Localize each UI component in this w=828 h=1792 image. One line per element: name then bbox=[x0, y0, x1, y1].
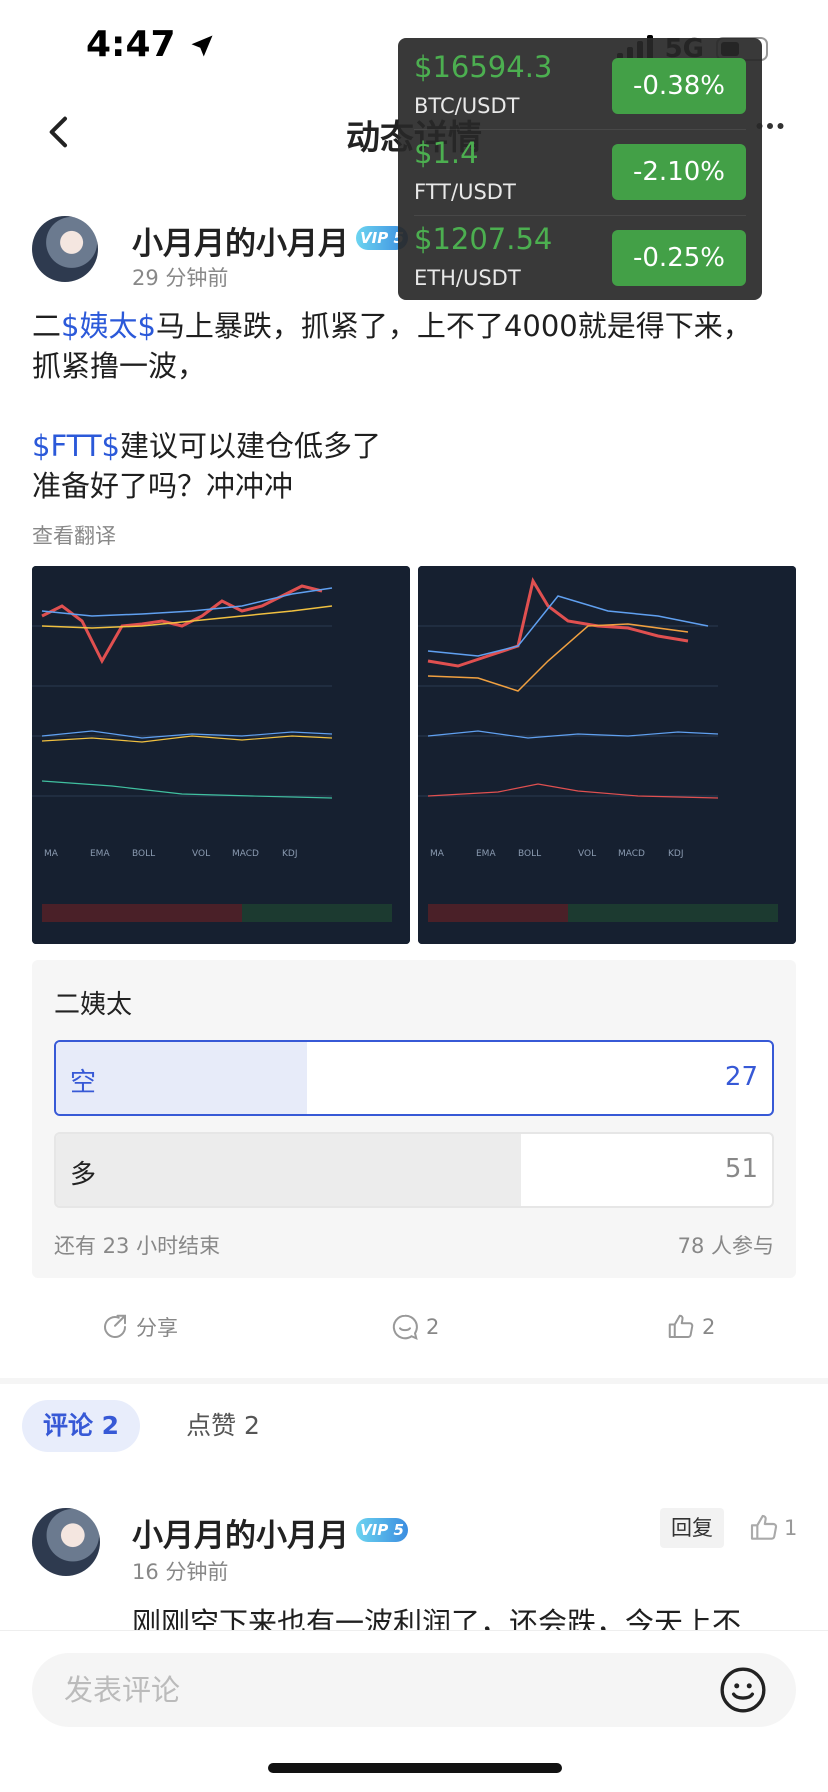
svg-text:VOL: VOL bbox=[578, 849, 596, 859]
emoji-button[interactable] bbox=[718, 1665, 768, 1715]
ticker-change: -0.25% bbox=[612, 230, 746, 286]
comment-like-count: 1 bbox=[784, 1516, 798, 1540]
ticker-price: $1207.54 bbox=[414, 222, 553, 256]
poll-option-label: 多 bbox=[70, 1160, 97, 1190]
ticker-row-eth[interactable]: $1207.54 ETH/USDT -0.25% bbox=[414, 216, 746, 302]
ticker-pair: FTT/USDT bbox=[414, 180, 516, 204]
reply-button[interactable]: 回复 bbox=[660, 1508, 724, 1548]
ticker-change: -2.10% bbox=[612, 144, 746, 200]
post-body: 二$姨太$马上暴跌，抓紧了，上不了4000就是得下来，抓紧撸一波， $FTT$建… bbox=[32, 306, 772, 506]
ticker-row-btc[interactable]: $16594.3 BTC/USDT -0.38% bbox=[414, 44, 746, 130]
share-button[interactable]: 分享 bbox=[100, 1312, 178, 1342]
post-author-avatar[interactable] bbox=[32, 216, 98, 282]
thumbs-up-icon bbox=[668, 1314, 694, 1338]
ticker-price: $16594.3 bbox=[414, 50, 553, 84]
share-icon bbox=[104, 1314, 126, 1339]
tab-likes[interactable]: 点赞 2 bbox=[168, 1400, 278, 1452]
coin-tag-link[interactable]: $姨太$ bbox=[61, 309, 156, 343]
svg-text:MACD: MACD bbox=[232, 849, 259, 859]
bottom-comment-bar bbox=[0, 1630, 828, 1792]
share-label: 分享 bbox=[136, 1316, 178, 1340]
comment-time: 16 分钟前 bbox=[132, 1560, 229, 1584]
poll-option-long[interactable]: 多 51 bbox=[54, 1132, 774, 1208]
section-divider bbox=[0, 1378, 828, 1384]
svg-text:MA: MA bbox=[430, 849, 445, 859]
ticker-pair: ETH/USDT bbox=[414, 266, 521, 290]
post-line-3: 准备好了吗？冲冲冲 bbox=[32, 469, 294, 503]
poll-option-label: 空 bbox=[70, 1068, 97, 1098]
svg-text:BOLL: BOLL bbox=[132, 849, 155, 859]
candlestick-screenshot: MA EMA BOLL VOL MACD KDJ bbox=[418, 566, 796, 944]
svg-text:KDJ: KDJ bbox=[282, 849, 298, 859]
svg-text:KDJ: KDJ bbox=[668, 849, 684, 859]
ticker-row-ftt[interactable]: $1.4 FTT/USDT -2.10% bbox=[414, 130, 746, 216]
status-time: 4:47 bbox=[86, 24, 216, 65]
translate-link[interactable]: 查看翻译 bbox=[32, 520, 116, 550]
home-indicator bbox=[268, 1763, 562, 1773]
poll-remaining-time: 还有 23 小时结束 bbox=[54, 1234, 221, 1258]
comment-author-name[interactable]: 小月月的小月月 bbox=[132, 1510, 349, 1555]
poll-option-fill bbox=[56, 1134, 522, 1206]
like-count: 2 bbox=[702, 1315, 716, 1339]
comment-icon bbox=[392, 1314, 418, 1340]
like-button[interactable]: 2 bbox=[666, 1312, 715, 1342]
post-image-chart-1[interactable]: MA EMA BOLL VOL MACD KDJ bbox=[32, 566, 410, 944]
svg-text:MA: MA bbox=[44, 849, 59, 859]
post-image-chart-2[interactable]: MA EMA BOLL VOL MACD KDJ bbox=[418, 566, 796, 944]
svg-text:EMA: EMA bbox=[90, 849, 110, 859]
ticker-price: $1.4 bbox=[414, 136, 479, 170]
comment-input[interactable] bbox=[32, 1653, 796, 1727]
svg-text:MACD: MACD bbox=[618, 849, 645, 859]
poll-option-short[interactable]: 空 27 bbox=[54, 1040, 774, 1116]
post-line-2: $FTT$建议可以建仓低多了 bbox=[32, 429, 382, 463]
coin-tag-link[interactable]: $FTT$ bbox=[32, 429, 120, 463]
post-time: 29 分钟前 bbox=[132, 266, 229, 290]
poll-option-count: 27 bbox=[724, 1062, 758, 1092]
candlestick-screenshot: MA EMA BOLL VOL MACD KDJ bbox=[32, 566, 410, 944]
poll-participants: 78 人参与 bbox=[677, 1234, 774, 1258]
comment-like-button[interactable]: 1 bbox=[748, 1512, 797, 1544]
post-line-1: 二$姨太$马上暴跌，抓紧了，上不了4000就是得下来，抓紧撸一波， bbox=[32, 309, 752, 383]
comment-count: 2 bbox=[426, 1315, 440, 1339]
vip-badge: VIP 5 bbox=[356, 1518, 408, 1542]
ticker-change: -0.38% bbox=[612, 58, 746, 114]
svg-text:VOL: VOL bbox=[192, 849, 210, 859]
svg-text:EMA: EMA bbox=[476, 849, 496, 859]
poll-card: 二姨太 空 27 多 51 还有 23 小时结束 78 人参与 bbox=[32, 960, 796, 1278]
post-author-name[interactable]: 小月月的小月月 bbox=[132, 218, 349, 263]
svg-text:BOLL: BOLL bbox=[518, 849, 541, 859]
price-ticker-overlay[interactable]: $16594.3 BTC/USDT -0.38% $1.4 FTT/USDT -… bbox=[398, 38, 762, 300]
poll-title: 二姨太 bbox=[54, 990, 133, 1020]
comment-author-avatar[interactable] bbox=[32, 1508, 100, 1576]
comment-text: 刚刚空下来也有一波利润了，还会跌，今天上不 bbox=[132, 1606, 742, 1630]
ticker-pair: BTC/USDT bbox=[414, 94, 520, 118]
smiley-icon bbox=[720, 1667, 766, 1713]
location-arrow-icon bbox=[191, 35, 213, 57]
thumbs-up-icon bbox=[750, 1514, 778, 1540]
comment-button[interactable]: 2 bbox=[390, 1312, 439, 1342]
poll-option-count: 51 bbox=[724, 1154, 758, 1184]
tab-comments[interactable]: 评论 2 bbox=[22, 1400, 140, 1452]
